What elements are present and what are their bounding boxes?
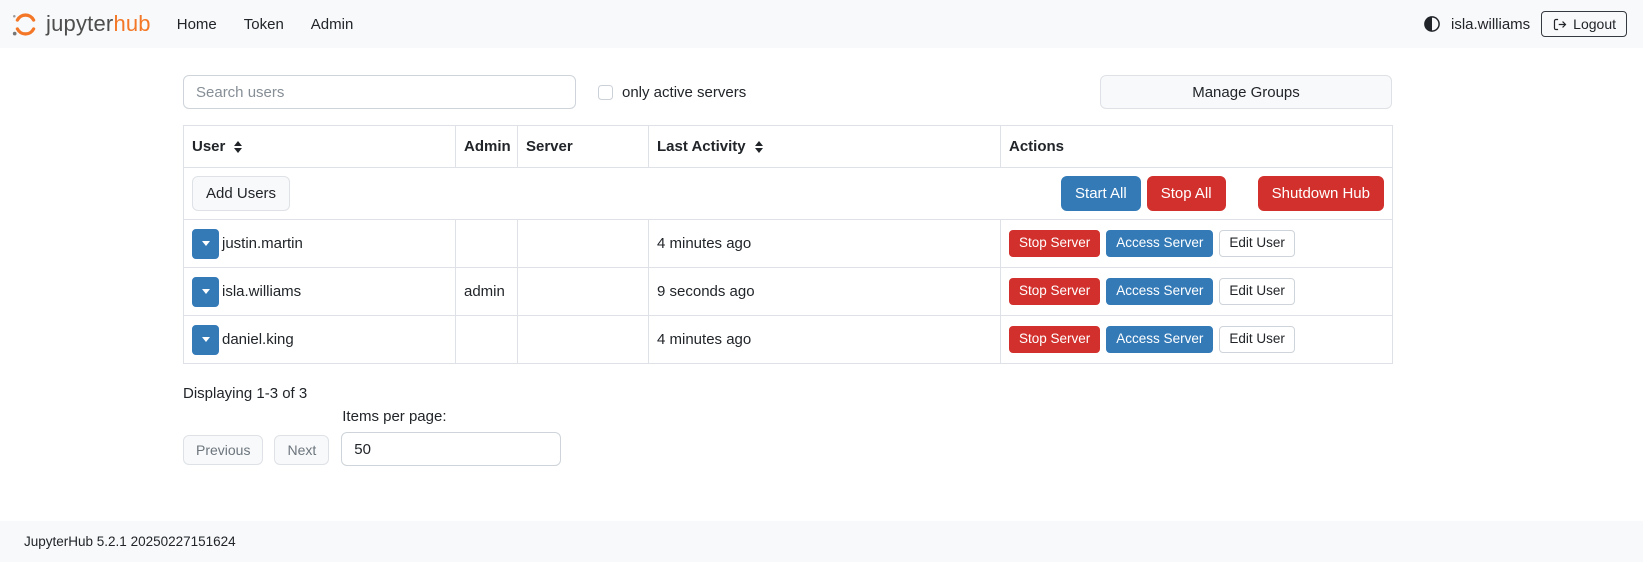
nav-link-home[interactable]: Home [177,16,217,33]
edit-user-button[interactable]: Edit User [1219,326,1295,353]
edit-user-button[interactable]: Edit User [1219,230,1295,257]
actions-cell: Stop Server Access Server Edit User [1001,220,1393,268]
stop-server-button[interactable]: Stop Server [1009,326,1100,353]
stop-server-button[interactable]: Stop Server [1009,230,1100,257]
sort-icon-last-activity[interactable] [755,141,763,153]
previous-page-button[interactable]: Previous [183,435,263,465]
last-activity-cell: 4 minutes ago [649,316,1001,364]
nav-links: Home Token Admin [177,16,354,33]
user-cell: isla.williams [184,268,456,316]
jupyterhub-logo[interactable]: jupyterhub [12,11,151,38]
server-cell [518,220,649,268]
username: isla.williams [222,283,301,300]
user-dropdown-toggle[interactable] [192,277,219,307]
table-row: isla.williams admin 9 seconds ago Stop S… [184,268,1393,316]
server-cell [518,316,649,364]
shutdown-hub-button[interactable]: Shutdown Hub [1258,176,1384,211]
add-users-button[interactable]: Add Users [192,176,290,211]
version-text: JupyterHub 5.2.1 20250227151624 [24,534,236,549]
edit-user-button[interactable]: Edit User [1219,278,1295,305]
logout-button[interactable]: Logout [1541,11,1627,37]
displaying-summary: Displaying 1-3 of 3 [183,385,1392,402]
column-header-server: Server [518,126,649,168]
next-page-button[interactable]: Next [274,435,329,465]
table-controls-row: Add Users Start All Stop All Shutdown Hu… [184,168,1393,220]
navbar: jupyterhub Home Token Admin isla.william… [0,0,1643,48]
column-header-actions: Actions [1001,126,1393,168]
user-dropdown-toggle[interactable] [192,229,219,259]
brand-text: jupyterhub [46,11,151,37]
access-server-button[interactable]: Access Server [1106,230,1213,257]
current-username: isla.williams [1451,16,1530,33]
manage-groups-button[interactable]: Manage Groups [1100,75,1392,109]
pagination-area: Previous Next Items per page: [183,408,1392,466]
search-input[interactable] [183,75,576,109]
main-content: only active servers Manage Groups User A… [0,48,1643,521]
users-table: User Admin Server Last Activity Actions [183,125,1393,364]
admin-cell: admin [456,268,518,316]
admin-cell [456,220,518,268]
last-activity-cell: 9 seconds ago [649,268,1001,316]
stop-server-button[interactable]: Stop Server [1009,278,1100,305]
chevron-down-icon [202,337,210,342]
last-activity-cell: 4 minutes ago [649,220,1001,268]
column-header-last-activity: Last Activity [649,126,1001,168]
user-dropdown-toggle[interactable] [192,325,219,355]
table-row: justin.martin 4 minutes ago Stop Server … [184,220,1393,268]
logout-icon [1552,17,1567,32]
username: daniel.king [222,331,294,348]
items-per-page-input[interactable] [341,432,561,466]
user-toolbar: only active servers Manage Groups [183,75,1392,109]
server-cell [518,268,649,316]
stop-all-button[interactable]: Stop All [1147,176,1226,211]
table-header-row: User Admin Server Last Activity Actions [184,126,1393,168]
only-active-servers-checkbox[interactable] [598,85,613,100]
column-header-admin: Admin [456,126,518,168]
start-all-button[interactable]: Start All [1061,176,1141,211]
user-cell: justin.martin [184,220,456,268]
nav-link-token[interactable]: Token [244,16,284,33]
chevron-down-icon [202,241,210,246]
table-row: daniel.king 4 minutes ago Stop Server Ac… [184,316,1393,364]
nav-link-admin[interactable]: Admin [311,16,354,33]
sort-icon-user[interactable] [234,141,242,153]
items-per-page-label: Items per page: [342,408,561,425]
username: justin.martin [222,235,303,252]
admin-cell [456,316,518,364]
column-header-user: User [184,126,456,168]
actions-cell: Stop Server Access Server Edit User [1001,316,1393,364]
jupyter-logo-icon [12,11,39,38]
user-cell: daniel.king [184,316,456,364]
chevron-down-icon [202,289,210,294]
actions-cell: Stop Server Access Server Edit User [1001,268,1393,316]
access-server-button[interactable]: Access Server [1106,326,1213,353]
only-active-servers-label[interactable]: only active servers [622,84,746,101]
footer: JupyterHub 5.2.1 20250227151624 [0,521,1643,562]
theme-toggle-icon[interactable] [1424,16,1440,32]
access-server-button[interactable]: Access Server [1106,278,1213,305]
